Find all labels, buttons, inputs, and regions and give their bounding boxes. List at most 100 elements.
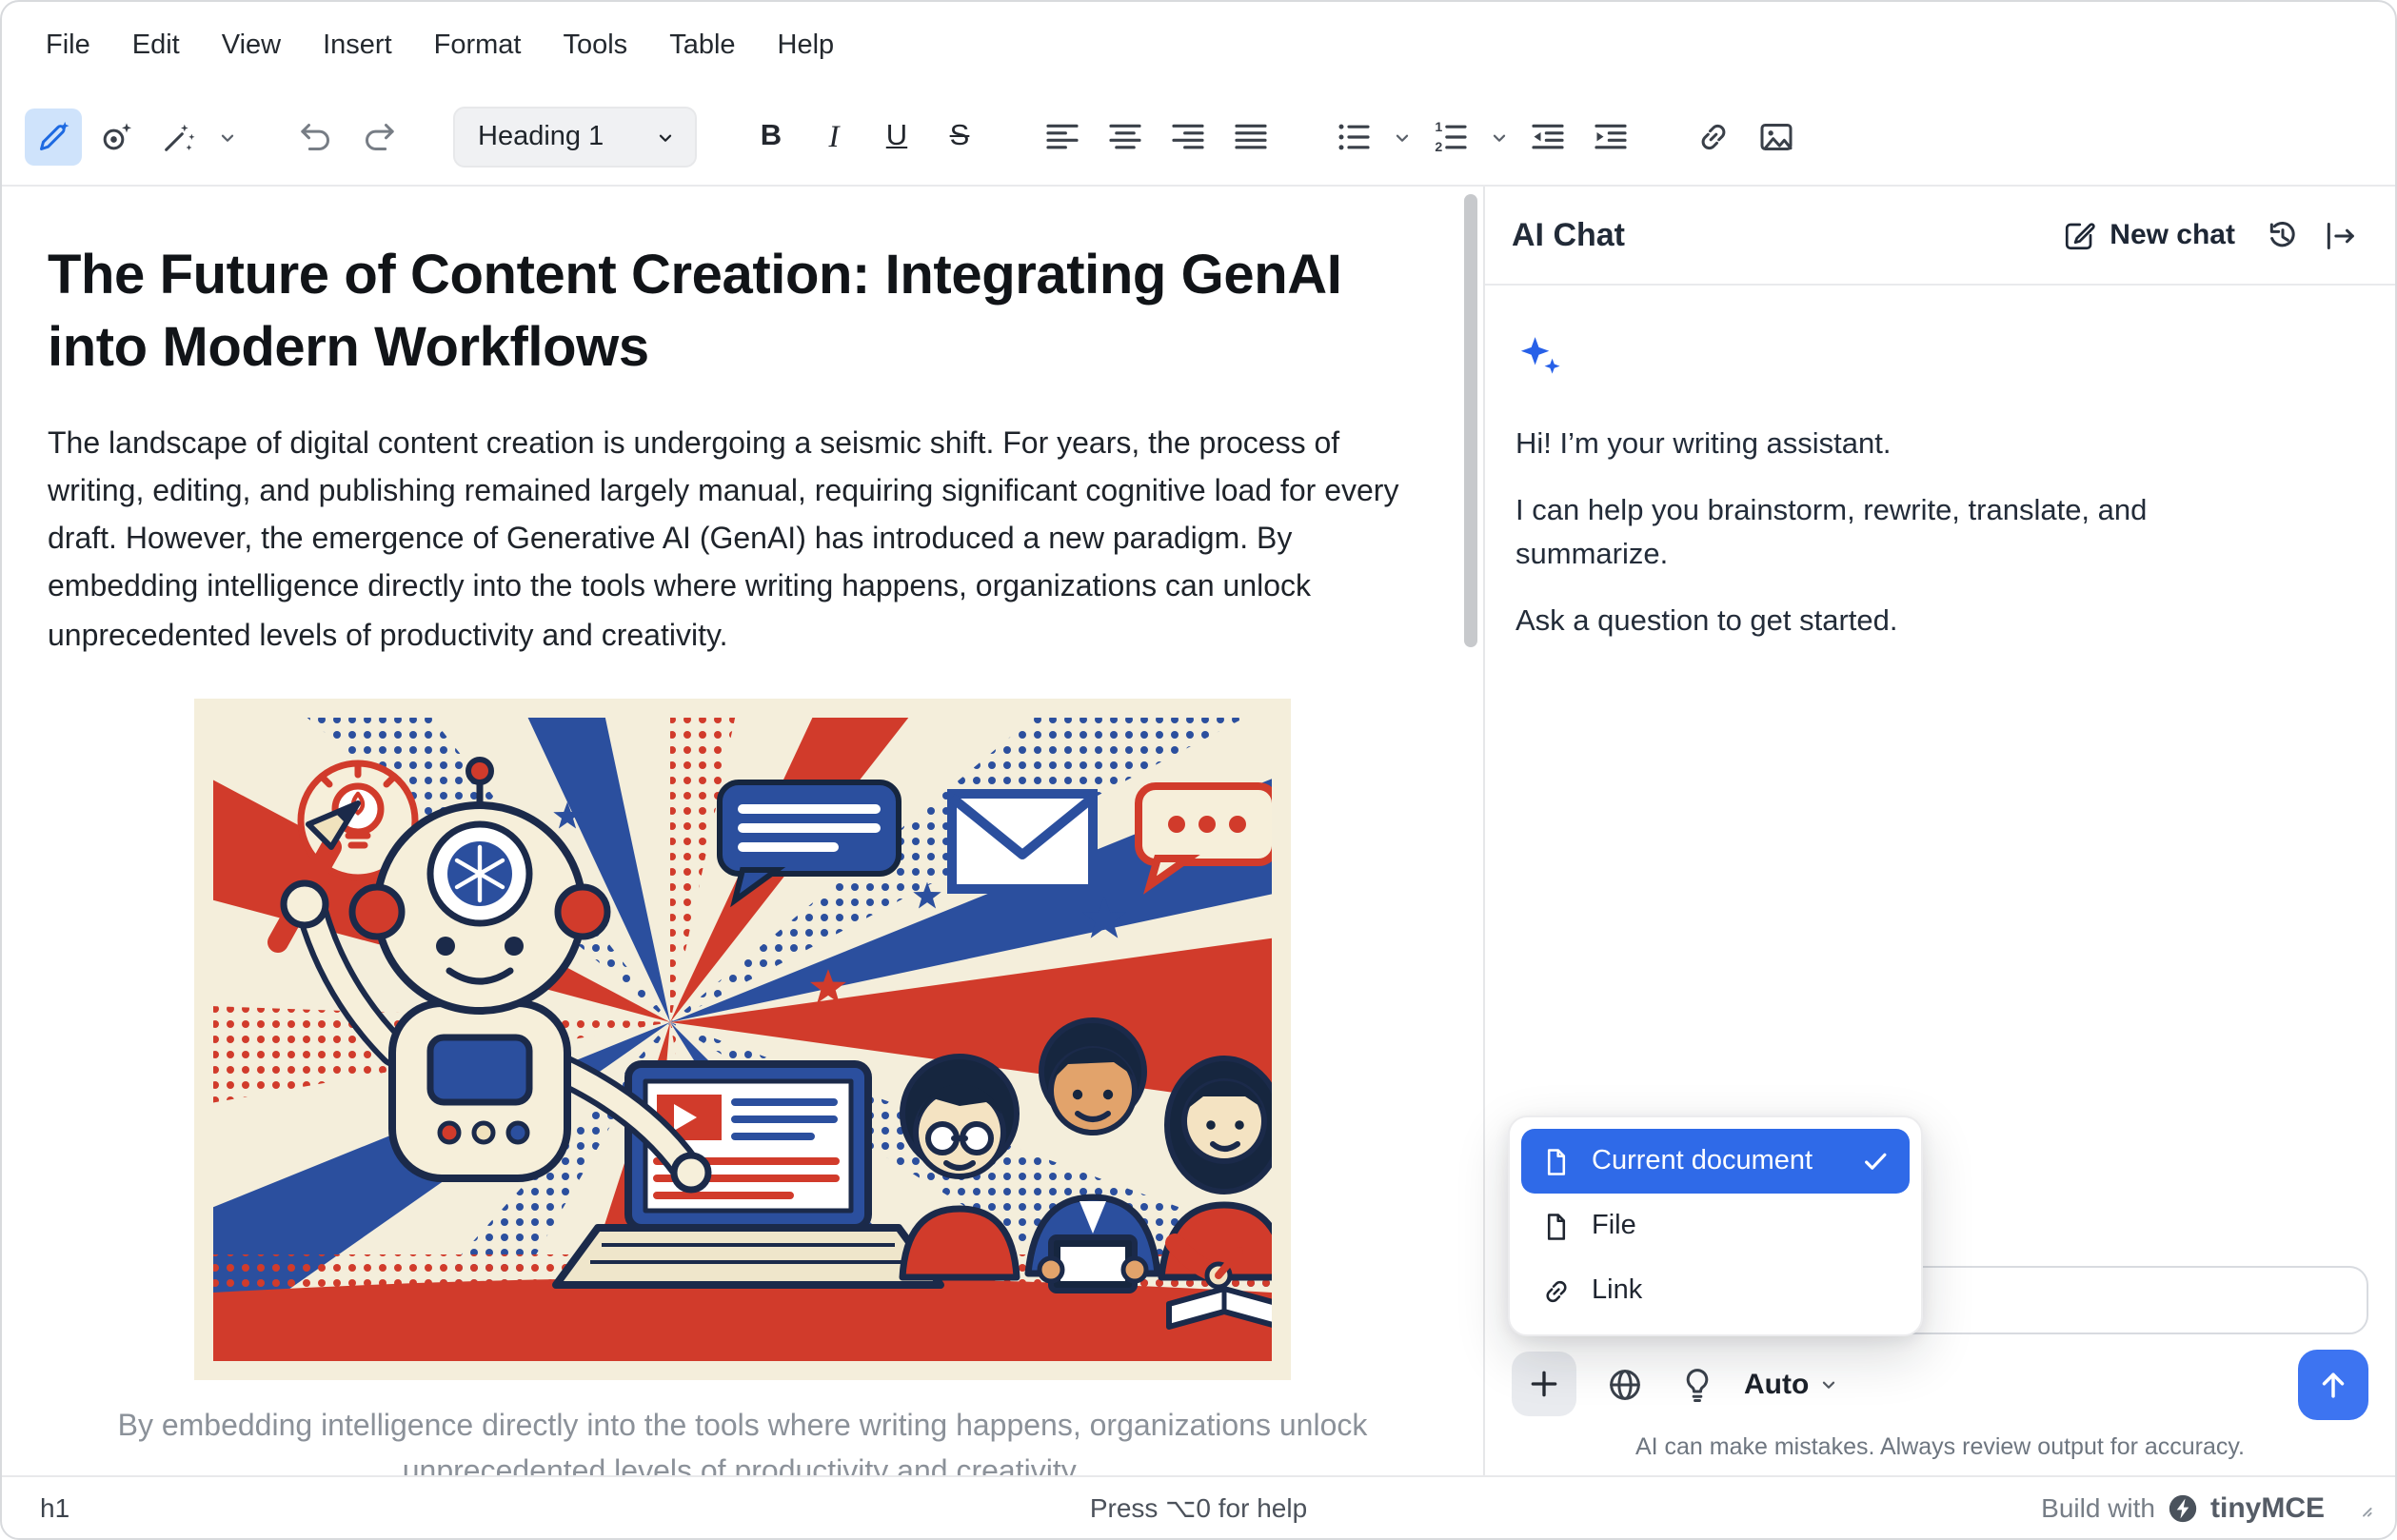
history-icon xyxy=(2264,216,2302,254)
document-caption[interactable]: By embedding intelligence directly into … xyxy=(86,1405,1399,1475)
block-format-value: Heading 1 xyxy=(478,122,604,152)
justify-button[interactable] xyxy=(1222,109,1279,166)
model-select[interactable]: Auto xyxy=(1744,1368,1839,1400)
bullet-list-button[interactable] xyxy=(1325,109,1382,166)
link-icon xyxy=(1694,118,1733,156)
align-center-button[interactable] xyxy=(1097,109,1154,166)
new-chat-icon xyxy=(2062,218,2096,252)
bold-button[interactable]: B xyxy=(743,109,800,166)
magic-wand-button[interactable] xyxy=(150,109,208,166)
editor-scrollbar[interactable] xyxy=(1462,187,1479,1475)
bullet-list-dropdown[interactable] xyxy=(1388,109,1416,166)
numbered-list-dropdown[interactable] xyxy=(1485,109,1514,166)
menu-item-help[interactable]: Help xyxy=(757,19,856,72)
resize-handle-icon[interactable] xyxy=(2351,1495,2376,1520)
ai-chat-panel: AI Chat New chat Hi! I’m your writing as… xyxy=(1483,187,2395,1475)
add-attachment-button[interactable] xyxy=(1512,1352,1576,1416)
insert-image-button[interactable] xyxy=(1748,109,1805,166)
attachment-context-menu: Current document File Link xyxy=(1508,1116,1923,1336)
ai-review-button[interactable] xyxy=(88,109,145,166)
ai-assistant-button[interactable] xyxy=(25,109,82,166)
globe-icon xyxy=(1604,1364,1644,1404)
numbered-list-icon xyxy=(1432,118,1470,156)
block-format-select[interactable]: Heading 1 xyxy=(453,107,697,168)
indent-button[interactable] xyxy=(1582,109,1639,166)
close-panel-button[interactable] xyxy=(2311,207,2368,264)
toolbar-group-insert xyxy=(1685,109,1805,166)
redo-button[interactable] xyxy=(350,109,407,166)
tinymce-branding[interactable]: Build with tinyMCE xyxy=(2041,1491,2376,1524)
chevron-down-icon xyxy=(217,127,238,148)
editor-pane[interactable]: The Future of Content Creation: Integrat… xyxy=(2,187,1483,1475)
document-heading[interactable]: The Future of Content Creation: Integrat… xyxy=(48,240,1380,385)
magic-wand-dropdown[interactable] xyxy=(213,109,242,166)
menu-item-view[interactable]: View xyxy=(201,19,302,72)
check-icon xyxy=(1860,1146,1891,1176)
document-icon xyxy=(1540,1210,1573,1242)
toolbar-group-format: Heading 1 xyxy=(453,107,697,168)
web-search-button[interactable] xyxy=(1599,1359,1649,1409)
chat-header: AI Chat New chat xyxy=(1485,187,2395,286)
suggestions-button[interactable] xyxy=(1672,1359,1721,1409)
menu-item-label: Link xyxy=(1592,1275,1642,1306)
document-paragraph[interactable]: The landscape of digital content creatio… xyxy=(48,420,1437,661)
chevron-down-icon xyxy=(1818,1373,1839,1394)
toolbar-group-history xyxy=(287,109,407,166)
align-justify-icon xyxy=(1232,118,1270,156)
bold-icon: B xyxy=(761,120,782,154)
undo-button[interactable] xyxy=(287,109,345,166)
outdent-button[interactable] xyxy=(1519,109,1576,166)
send-message-button[interactable] xyxy=(2298,1349,2368,1419)
menu-item-link[interactable]: Link xyxy=(1521,1258,1910,1323)
editor-content[interactable]: The Future of Content Creation: Integrat… xyxy=(2,187,1483,1475)
chat-controls: Auto xyxy=(1512,1350,2368,1418)
ai-pen-sparkle-icon xyxy=(34,118,72,156)
italic-button[interactable]: I xyxy=(805,109,862,166)
built-with-label: Build with xyxy=(2041,1492,2155,1523)
menu-item-tools[interactable]: Tools xyxy=(542,19,648,72)
arrow-up-icon xyxy=(2315,1366,2351,1402)
help-shortcut-text: Press ⌥0 for help xyxy=(2,1491,2395,1524)
assistant-intro-line-1: Hi! I’m your writing assistant. xyxy=(1515,424,2296,467)
document-illustration[interactable] xyxy=(194,699,1291,1390)
outdent-icon xyxy=(1529,118,1567,156)
tinymce-logo-icon xyxy=(2167,1491,2199,1524)
chat-title: AI Chat xyxy=(1512,216,1625,254)
toolbar-group-ai xyxy=(25,109,242,166)
menu-item-edit[interactable]: Edit xyxy=(111,19,201,72)
menu-item-format[interactable]: Format xyxy=(413,19,543,72)
underline-button[interactable]: U xyxy=(868,109,925,166)
chat-history-button[interactable] xyxy=(2254,207,2311,264)
align-right-button[interactable] xyxy=(1159,109,1217,166)
magic-wand-icon xyxy=(160,118,198,156)
insert-link-button[interactable] xyxy=(1685,109,1742,166)
ai-disclaimer: AI can make mistakes. Always review outp… xyxy=(1512,1433,2368,1460)
strikethrough-icon: S xyxy=(950,120,970,154)
scrollbar-thumb[interactable] xyxy=(1464,194,1477,647)
toolbar-group-align xyxy=(1034,109,1279,166)
menu-item-current-document[interactable]: Current document xyxy=(1521,1129,1910,1194)
strikethrough-button[interactable]: S xyxy=(931,109,988,166)
chevron-down-icon xyxy=(1392,127,1413,148)
menu-item-label: Current document xyxy=(1592,1146,1813,1176)
plus-icon xyxy=(1525,1365,1563,1403)
align-right-icon xyxy=(1169,118,1207,156)
indent-icon xyxy=(1592,118,1630,156)
menu-item-file[interactable]: File xyxy=(25,19,111,72)
menu-item-file[interactable]: File xyxy=(1521,1194,1910,1258)
toolbar-group-lists xyxy=(1325,109,1639,166)
document-icon xyxy=(1540,1145,1573,1177)
close-panel-icon xyxy=(2321,216,2359,254)
image-icon xyxy=(1757,118,1795,156)
menu-item-insert[interactable]: Insert xyxy=(302,19,413,72)
new-chat-button[interactable]: New chat xyxy=(2062,218,2235,252)
sparkles-icon xyxy=(1515,331,1565,381)
tinymce-editor-window: File Edit View Insert Format Tools Table… xyxy=(0,0,2397,1540)
undo-icon xyxy=(297,118,335,156)
align-left-button[interactable] xyxy=(1034,109,1091,166)
italic-icon: I xyxy=(829,118,840,156)
align-center-icon xyxy=(1106,118,1144,156)
menu-item-table[interactable]: Table xyxy=(648,19,756,72)
numbered-list-button[interactable] xyxy=(1422,109,1479,166)
main-area: The Future of Content Creation: Integrat… xyxy=(2,185,2395,1475)
